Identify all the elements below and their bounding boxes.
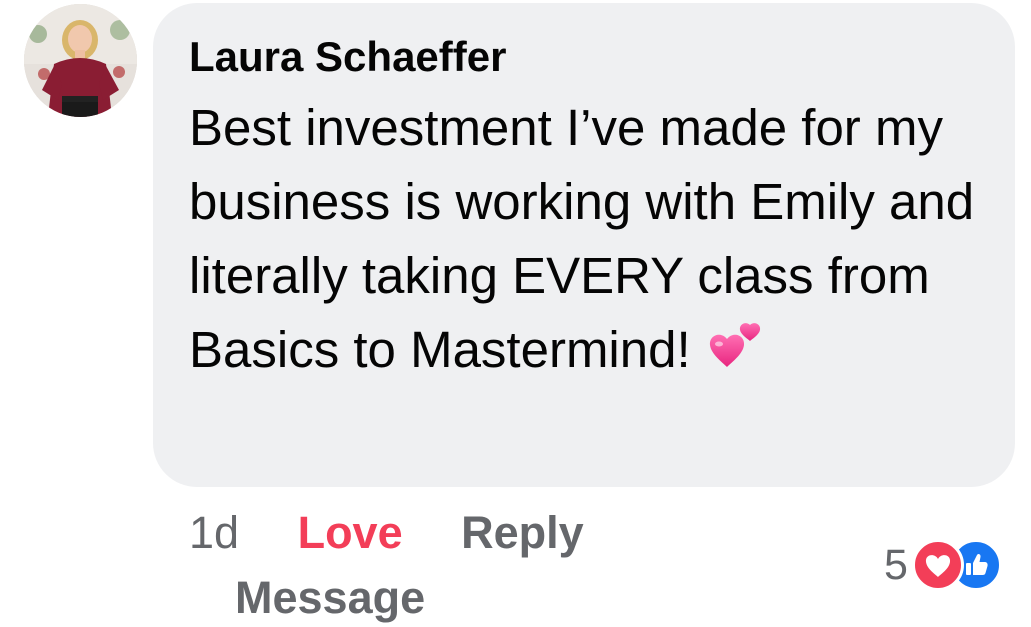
comment-timestamp[interactable]: 1d: [189, 505, 239, 561]
reactions-summary[interactable]: 5: [884, 538, 1002, 592]
comment-text: Best investment I’ve made for my busines…: [189, 99, 975, 378]
two-hearts-icon: [705, 319, 763, 393]
love-reaction-icon: [911, 539, 964, 591]
comment-author-name[interactable]: Laura Schaeffer: [189, 29, 981, 85]
reply-button[interactable]: Reply: [461, 505, 584, 561]
reaction-count: 5: [884, 541, 908, 589]
comment-body: Best investment I’ve made for my busines…: [189, 91, 989, 393]
avatar[interactable]: [24, 4, 137, 117]
message-button[interactable]: Message: [235, 572, 425, 624]
comment-bubble: Laura Schaeffer Best investment I’ve mad…: [153, 3, 1015, 487]
avatar-image: [24, 4, 137, 117]
love-button[interactable]: Love: [298, 505, 403, 561]
comment-actions: 1d Love Reply: [189, 505, 584, 561]
